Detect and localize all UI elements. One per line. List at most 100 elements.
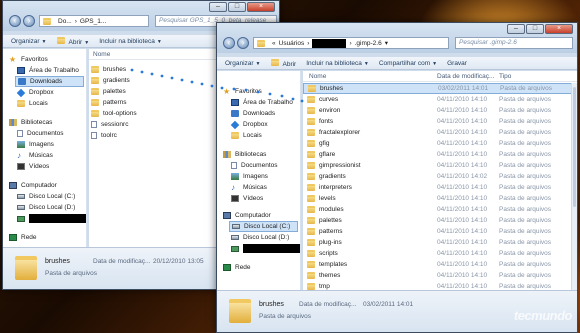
command-toolbar: Organizar ▼ Abrir Incluir na biblioteca ▼ … xyxy=(217,57,577,70)
desktop-icon xyxy=(17,67,25,74)
nav-music[interactable]: ♪ Músicas xyxy=(17,150,86,161)
column-header-type[interactable]: Tipo xyxy=(499,73,511,80)
nav-network[interactable]: Rede xyxy=(9,232,86,243)
vertical-scrollbar[interactable] xyxy=(571,83,577,290)
search-input[interactable]: Pesquisar .gimp-2.6 xyxy=(455,37,573,49)
nav-documents[interactable]: Documentos xyxy=(17,128,86,139)
column-header-date[interactable]: Data de modificaç... xyxy=(437,73,494,80)
file-row[interactable]: fractalexplorer 04/11/2010 14:10 Pasta de … xyxy=(303,127,577,138)
file-name-cell: themes xyxy=(307,272,340,279)
details-modified-label: Data de modificaç... xyxy=(93,258,151,265)
folder-icon xyxy=(91,99,99,106)
nav-favorites[interactable]: ★ Favoritos xyxy=(9,54,86,65)
nav-label: Favoritos xyxy=(235,88,262,95)
file-row[interactable]: gradients 04/11/2010 14:02 Pasta de arquiv… xyxy=(303,171,577,182)
maximize-button[interactable]: □ xyxy=(526,24,544,34)
explorer-window-gimp[interactable]: – □ × ‹ › « Usuários › › .gimp-2.6 ▾ Pes… xyxy=(216,22,578,333)
nav-libraries[interactable]: Bibliotecas xyxy=(223,149,300,160)
file-name-cell: gradients xyxy=(307,173,346,180)
file-row[interactable]: curves 04/11/2010 14:10 Pasta de arquivos xyxy=(303,94,577,105)
nav-computer[interactable]: Computador xyxy=(223,210,300,221)
nav-dropbox[interactable]: Dropbox xyxy=(16,87,86,98)
file-type: Pasta de arquivos xyxy=(499,250,552,257)
back-arrow-icon[interactable]: ‹ xyxy=(223,37,235,49)
nav-music[interactable]: ♪ Músicas xyxy=(231,182,300,193)
nav-videos[interactable]: Vídeos xyxy=(17,161,86,172)
address-bar[interactable]: « Usuários › › .gimp-2.6 ▾ xyxy=(253,37,449,49)
file-row[interactable]: fonts 04/11/2010 14:10 Pasta de arquivos xyxy=(303,116,577,127)
column-header-name[interactable]: Nome xyxy=(309,73,326,80)
nav-network-drive[interactable] xyxy=(231,243,300,254)
nav-videos[interactable]: Vídeos xyxy=(231,193,300,204)
folder-icon xyxy=(307,261,315,268)
file-row[interactable]: modules 04/11/2010 14:10 Pasta de arquivos xyxy=(303,204,577,215)
breadcrumb-overflow[interactable]: « xyxy=(272,40,276,47)
nav-locais[interactable]: Locais xyxy=(231,130,300,141)
forward-arrow-icon[interactable]: › xyxy=(23,15,35,27)
breadcrumb-item[interactable]: Do... xyxy=(58,18,72,25)
nav-disk-d[interactable]: Disco Local (D:) xyxy=(231,232,300,243)
file-row[interactable]: scripts 04/11/2010 14:10 Pasta de arquivos xyxy=(303,248,577,259)
file-row[interactable]: gflare 04/11/2010 14:10 Pasta de arquivos xyxy=(303,149,577,160)
file-name-cell: curves xyxy=(307,96,338,103)
file-row[interactable]: tmp 04/11/2010 14:10 Pasta de arquivos xyxy=(303,281,577,290)
nav-images[interactable]: Imagens xyxy=(231,171,300,182)
file-row[interactable]: interpreters 04/11/2010 14:10 Pasta de arq… xyxy=(303,182,577,193)
organize-button[interactable]: Organizar ▼ xyxy=(11,38,47,45)
close-button[interactable]: × xyxy=(247,2,275,12)
folder-icon xyxy=(15,256,37,280)
nav-computer[interactable]: Computador xyxy=(9,180,86,191)
nav-network[interactable]: Rede xyxy=(223,262,300,273)
nav-network-drive[interactable] xyxy=(17,213,86,224)
back-arrow-icon[interactable]: ‹ xyxy=(9,15,21,27)
file-row[interactable]: gimpressionist 04/11/2010 14:10 Pasta de a… xyxy=(303,160,577,171)
organize-button[interactable]: Organizar ▼ xyxy=(225,60,261,67)
nav-label: Locais xyxy=(29,100,48,107)
scrollbar-thumb[interactable] xyxy=(573,87,576,207)
maximize-button[interactable]: □ xyxy=(228,2,246,12)
include-library-button[interactable]: Incluir na biblioteca ▼ xyxy=(306,60,369,67)
share-button[interactable]: Compartilhar com ▼ xyxy=(379,60,437,67)
file-row[interactable]: environ 04/11/2010 14:10 Pasta de arquivos xyxy=(303,105,577,116)
file-row[interactable]: brushes 03/02/2011 14:01 Pasta de arquivos xyxy=(303,83,577,94)
nav-desktop[interactable]: Área de Trabalho xyxy=(17,65,86,76)
nav-dropbox[interactable]: Dropbox xyxy=(230,119,300,130)
close-button[interactable]: × xyxy=(545,24,573,34)
minimize-button[interactable]: – xyxy=(209,2,227,12)
file-row[interactable]: patterns 04/11/2010 14:10 Pasta de arquivo… xyxy=(303,226,577,237)
nav-locais[interactable]: Locais xyxy=(17,98,86,109)
nav-libraries[interactable]: Bibliotecas xyxy=(9,117,86,128)
breadcrumb-dropdown-icon[interactable]: ▾ xyxy=(385,39,388,47)
address-bar[interactable]: Do... › GPS_1... xyxy=(39,15,149,27)
nav-disk-d[interactable]: Disco Local (D:) xyxy=(17,202,86,213)
file-row[interactable]: gfig 04/11/2010 14:10 Pasta de arquivos xyxy=(303,138,577,149)
include-library-button[interactable]: Incluir na biblioteca ▼ xyxy=(99,38,162,45)
breadcrumb-item[interactable]: Usuários xyxy=(279,40,305,47)
details-type: Pasta de arquivos xyxy=(259,313,312,320)
nav-favorites[interactable]: ★ Favoritos xyxy=(223,86,300,97)
file-row[interactable]: plug-ins 04/11/2010 14:10 Pasta de arquivo… xyxy=(303,237,577,248)
nav-images[interactable]: Imagens xyxy=(17,139,86,150)
forward-arrow-icon[interactable]: › xyxy=(237,37,249,49)
breadcrumb-item[interactable]: .gimp-2.6 xyxy=(355,40,382,47)
nav-downloads[interactable]: Downloads xyxy=(15,76,84,87)
open-button[interactable]: Abrir xyxy=(270,58,296,68)
open-button[interactable]: Abrir ▼ xyxy=(56,36,89,46)
file-row[interactable]: levels 04/11/2010 14:10 Pasta de arquivos xyxy=(303,193,577,204)
nav-label: Imagens xyxy=(243,173,268,180)
nav-disk-c[interactable]: Disco Local (C:) xyxy=(17,191,86,202)
burn-button[interactable]: Gravar xyxy=(447,60,467,67)
nav-disk-c[interactable]: Disco Local (C:) xyxy=(229,221,298,232)
minimize-button[interactable]: – xyxy=(507,24,525,34)
nav-documents[interactable]: Documentos xyxy=(231,160,300,171)
file-row[interactable]: templates 04/11/2010 14:10 Pasta de arquiv… xyxy=(303,259,577,270)
file-date: 04/11/2010 14:02 xyxy=(437,173,488,180)
organize-label: Organizar xyxy=(11,37,40,45)
nav-label: Disco Local (C:) xyxy=(29,193,76,200)
nav-desktop[interactable]: Área de Trabalho xyxy=(231,97,300,108)
file-row[interactable]: themes 04/11/2010 14:10 Pasta de arquivos xyxy=(303,270,577,281)
caption-buttons: – □ × xyxy=(506,24,573,34)
file-row[interactable]: palettes 04/11/2010 14:10 Pasta de arquivo… xyxy=(303,215,577,226)
nav-downloads[interactable]: Downloads xyxy=(231,108,300,119)
breadcrumb-item[interactable]: GPS_1... xyxy=(80,18,106,25)
